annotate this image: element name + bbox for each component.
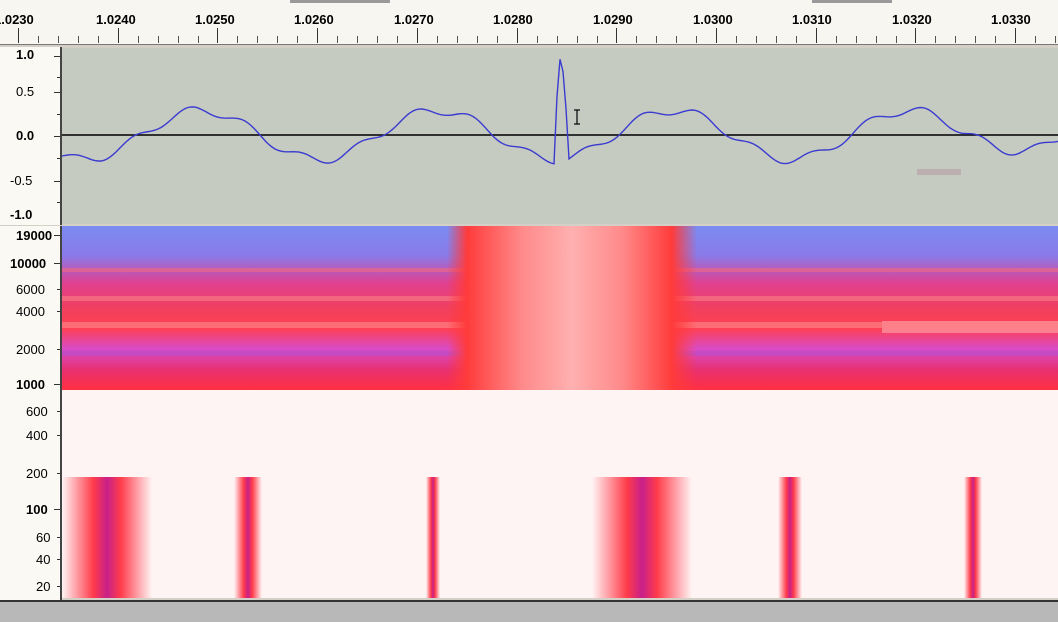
ruler-major-tick [915,28,916,43]
time-label: 1.0260 [294,12,334,27]
ruler-major-tick [217,28,218,43]
ruler-minor-tick [477,36,478,43]
ruler-minor-tick [377,36,378,43]
ruler-minor-tick [357,36,358,43]
frequency-label: 20 [36,579,51,594]
ruler-minor-tick [836,36,837,43]
frequency-label: 6000 [16,282,45,297]
amplitude-ruler[interactable]: 1.0 0.5 0.0 -0.5 -1.0 [0,47,62,225]
ruler-minor-tick [337,36,338,43]
frequency-label: 1000 [16,377,45,392]
ruler-minor-tick [896,36,897,43]
time-label: 1.0310 [792,12,832,27]
ruler-minor-tick [497,36,498,43]
ruler-minor-tick [856,36,857,43]
ruler-minor-tick [577,36,578,43]
ruler-minor-tick [537,36,538,43]
frequency-label: 60 [36,530,51,545]
ruler-minor-tick [237,36,238,43]
frequency-label: 10000 [10,256,47,271]
waveform-panel[interactable] [62,48,1058,224]
ruler-minor-tick [876,36,877,43]
ruler-minor-tick [756,36,757,43]
frequency-label: 100 [26,502,48,517]
frequency-label: 40 [36,552,51,567]
ruler-minor-tick [796,36,797,43]
ruler-minor-tick [437,36,438,43]
time-label: 1.0290 [593,12,633,27]
ruler-minor-tick [736,36,737,43]
ruler-minor-tick [676,36,677,43]
ruler-minor-tick [178,36,179,43]
time-label: 1.0300 [693,12,733,27]
ruler-minor-tick [975,36,976,43]
amplitude-label: -1.0 [10,207,33,222]
frequency-label: 2000 [16,342,45,357]
time-ruler[interactable]: 1.0230 1.0240 1.0250 1.0260 1.0270 1.028… [0,0,1058,45]
ruler-minor-tick [636,36,637,43]
ruler-major-tick [816,28,817,43]
time-label: 1.0320 [892,12,932,27]
waveform-svg [62,59,1058,175]
ruler-minor-tick [696,36,697,43]
i-beam-cursor-icon [574,109,580,125]
frequency-label: 200 [26,466,48,481]
frequency-label: 19000 [16,228,53,243]
ruler-minor-tick [277,36,278,43]
ruler-minor-tick [138,36,139,43]
ruler-scroll-indicator [290,0,390,3]
ruler-major-tick [1015,28,1016,43]
ruler-minor-tick [158,36,159,43]
ruler-major-tick [118,28,119,43]
ruler-minor-tick [198,36,199,43]
frequency-label: 400 [26,428,48,443]
spectrogram-svg [62,226,1058,598]
clip-marker [917,169,961,175]
ruler-major-tick [18,28,19,43]
frequency-ruler[interactable]: 19000 10000 6000 4000 2000 1000 600 400 … [0,226,62,600]
amplitude-label: -0.5 [10,173,33,188]
ruler-minor-tick [1035,36,1036,43]
frequency-label: 600 [26,404,48,419]
amplitude-label: 0.0 [16,128,35,143]
ruler-major-tick [616,28,617,43]
ruler-minor-tick [297,36,298,43]
ruler-minor-tick [776,36,777,43]
time-label: 1.0230 [0,12,34,27]
ruler-minor-tick [557,36,558,43]
ruler-minor-tick [995,36,996,43]
ruler-major-tick [417,28,418,43]
time-label: 1.0280 [493,12,533,27]
time-label: 1.0250 [195,12,235,27]
ruler-minor-tick [955,36,956,43]
frequency-label: 4000 [16,304,45,319]
time-label: 1.0270 [394,12,434,27]
ruler-major-tick [517,28,518,43]
ruler-minor-tick [98,36,99,43]
horizontal-scrollbar[interactable] [0,600,1058,622]
ruler-minor-tick [397,36,398,43]
ruler-minor-tick [58,36,59,43]
ruler-minor-tick [935,36,936,43]
ruler-minor-tick [78,36,79,43]
ruler-minor-tick [257,36,258,43]
spectrogram-panel[interactable] [62,226,1058,598]
time-label: 1.0240 [96,12,136,27]
waveform-line [62,59,1058,165]
ruler-scroll-indicator [812,0,892,3]
amplitude-label: 1.0 [16,47,35,62]
amplitude-label: 0.5 [16,84,35,99]
ruler-minor-tick [1055,36,1056,43]
ruler-minor-tick [457,36,458,43]
ruler-minor-tick [656,36,657,43]
time-label: 1.0330 [991,12,1031,27]
ruler-major-tick [317,28,318,43]
ruler-minor-tick [38,36,39,43]
ruler-minor-tick [597,36,598,43]
ruler-major-tick [716,28,717,43]
transient-burst [447,226,697,390]
